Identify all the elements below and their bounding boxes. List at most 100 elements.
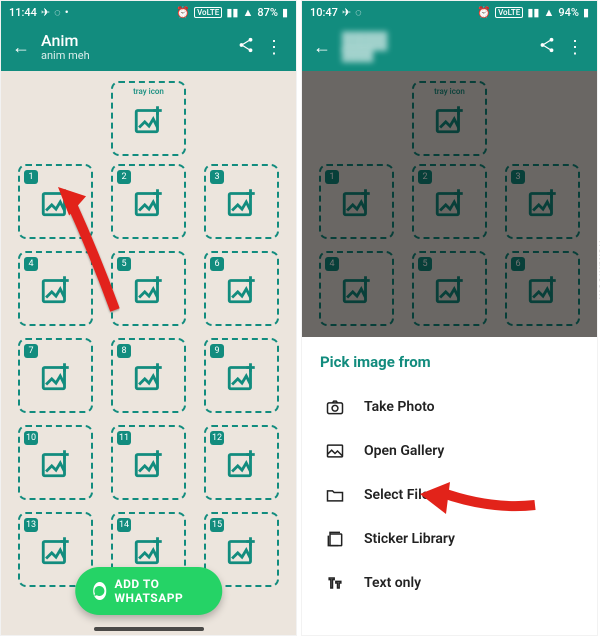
- gallery-icon: [324, 441, 346, 461]
- sticker-slot-10[interactable]: 10: [18, 425, 93, 500]
- whatsapp-icon: [93, 582, 107, 600]
- add-image-icon: [225, 272, 259, 306]
- app-bar: ← ████ ████ ⋮: [302, 23, 597, 71]
- sticker-slot: 1: [319, 164, 394, 239]
- add-image-icon: [225, 359, 259, 393]
- more-button[interactable]: ⋮: [561, 37, 589, 58]
- add-image-icon: [132, 272, 166, 306]
- battery-text: 94%: [558, 6, 579, 19]
- option-sticker-library[interactable]: Sticker Library: [320, 517, 579, 561]
- add-image-icon: [39, 446, 73, 480]
- tray-icon-slot: tray icon: [412, 81, 487, 156]
- camera-icon: [324, 397, 346, 417]
- battery-text: 87%: [257, 6, 278, 19]
- slot-number: 13: [24, 518, 38, 532]
- folder-icon: [324, 485, 346, 505]
- option-label: Open Gallery: [364, 443, 444, 459]
- sticker-slot-6[interactable]: 6: [204, 251, 279, 326]
- option-label: Sticker Library: [364, 531, 455, 547]
- add-image-icon: [225, 446, 259, 480]
- slot-number: 10: [24, 431, 38, 445]
- back-button[interactable]: ←: [9, 37, 33, 58]
- option-label: Take Photo: [364, 399, 435, 415]
- sticker-slot-12[interactable]: 12: [204, 425, 279, 500]
- sticker-slot: 2: [412, 164, 487, 239]
- signal-icon: ▮▮: [527, 6, 539, 19]
- option-take-photo[interactable]: Take Photo: [320, 385, 579, 429]
- sticker-grid-area: tray icon 1 2 3 4 5 6 7 8 9: [1, 71, 296, 635]
- option-open-gallery[interactable]: Open Gallery: [320, 429, 579, 473]
- slot-number: 4: [24, 257, 38, 271]
- sticker-slot: 3: [505, 164, 580, 239]
- sticker-slot-3[interactable]: 3: [204, 164, 279, 239]
- sticker-slot: 5: [412, 251, 487, 326]
- sticker-slot: 4: [319, 251, 394, 326]
- option-label: Text only: [364, 575, 421, 591]
- slot-number: 6: [210, 257, 224, 271]
- add-image-icon: [39, 359, 73, 393]
- option-select-file[interactable]: Select File: [320, 473, 579, 517]
- slot-number: 7: [24, 344, 38, 358]
- option-text-only[interactable]: Text only: [320, 561, 579, 605]
- bottom-sheet: Pick image from Take Photo Open Gallery …: [302, 337, 597, 635]
- telegram-icon: ✈: [342, 6, 351, 19]
- whatsapp-status-icon: ◌: [355, 6, 362, 19]
- signal-icon: ▮▮: [226, 6, 238, 19]
- sheet-title: Pick image from: [320, 353, 579, 371]
- slot-number: 1: [24, 170, 38, 184]
- share-button[interactable]: [533, 36, 561, 59]
- sticker-slot-9[interactable]: 9: [204, 338, 279, 413]
- slot-number: 15: [210, 518, 224, 532]
- add-image-icon: [39, 185, 73, 219]
- text-icon: [324, 573, 346, 593]
- sticker-slot-8[interactable]: 8: [111, 338, 186, 413]
- wifi-icon: ▲: [242, 6, 253, 19]
- sticker-slot-4[interactable]: 4: [18, 251, 93, 326]
- slot-number: 3: [210, 170, 224, 184]
- more-button[interactable]: ⋮: [260, 37, 288, 58]
- add-image-icon: [433, 102, 467, 136]
- status-bar: 10:47 ✈ ◌ ⏰ VoLTE ▮▮ ▲ 94% ▮: [302, 1, 597, 23]
- sticker-slot-5[interactable]: 5: [111, 251, 186, 326]
- slot-number: 8: [117, 344, 131, 358]
- sticker-slot-7[interactable]: 7: [18, 338, 93, 413]
- slot-number: 14: [117, 518, 131, 532]
- option-label: Select File: [364, 487, 429, 503]
- sticker-slot-1[interactable]: 1: [18, 164, 93, 239]
- left-screenshot: 11:44 ✈ ◌ • ⏰ VoLTE ▮▮ ▲ 87% ▮ ← Anim an…: [0, 0, 297, 636]
- volte-icon: VoLTE: [194, 7, 222, 18]
- status-time: 10:47: [310, 6, 338, 19]
- status-bar: 11:44 ✈ ◌ • ⏰ VoLTE ▮▮ ▲ 87% ▮: [1, 1, 296, 23]
- sticker-slot-2[interactable]: 2: [111, 164, 186, 239]
- battery-icon: ▮: [583, 6, 589, 19]
- page-title: ████: [342, 32, 533, 50]
- right-screenshot: 10:47 ✈ ◌ ⏰ VoLTE ▮▮ ▲ 94% ▮ ← ████ ████: [301, 0, 598, 636]
- add-image-icon: [39, 533, 73, 567]
- alarm-status-icon: •: [65, 6, 69, 19]
- add-image-icon: [132, 533, 166, 567]
- slot-number: 12: [210, 431, 224, 445]
- share-button[interactable]: [232, 36, 260, 59]
- add-image-icon: [132, 446, 166, 480]
- page-subtitle: anim meh: [41, 50, 232, 62]
- sticker-slot-11[interactable]: 11: [111, 425, 186, 500]
- add-to-whatsapp-button[interactable]: ADD TO WHATSAPP: [75, 567, 223, 615]
- tray-icon-slot[interactable]: tray icon: [111, 81, 186, 156]
- nav-pill: [94, 627, 204, 631]
- slot-number: 9: [210, 344, 224, 358]
- alarm-icon: ⏰: [477, 6, 491, 19]
- add-image-icon: [225, 533, 259, 567]
- slot-number: 11: [117, 431, 131, 445]
- add-image-icon: [225, 185, 259, 219]
- wifi-icon: ▲: [543, 6, 554, 19]
- fab-label: ADD TO WHATSAPP: [115, 577, 205, 605]
- slot-number: 2: [117, 170, 131, 184]
- add-image-icon: [132, 102, 166, 136]
- library-icon: [324, 529, 346, 549]
- app-bar: ← Anim anim meh ⋮: [1, 23, 296, 71]
- back-button[interactable]: ←: [310, 37, 334, 58]
- tray-label: tray icon: [434, 87, 465, 96]
- volte-icon: VoLTE: [495, 7, 523, 18]
- tray-label: tray icon: [133, 87, 164, 96]
- alarm-icon: ⏰: [176, 6, 190, 19]
